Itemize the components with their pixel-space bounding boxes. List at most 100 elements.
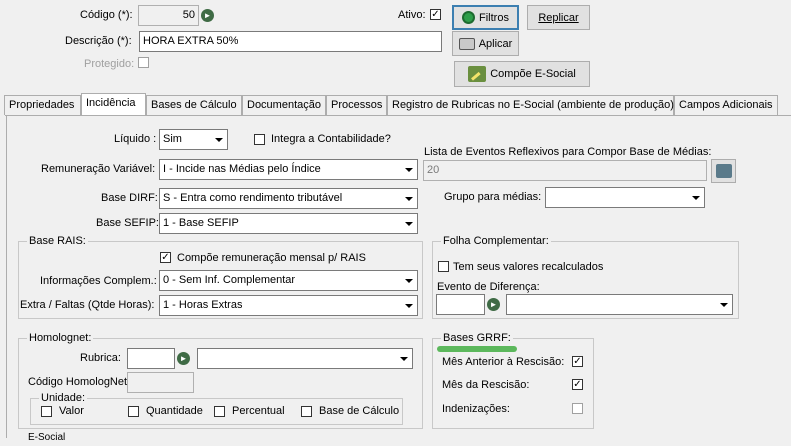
edit-lista-button[interactable]	[711, 159, 736, 183]
filtros-label: Filtros	[479, 11, 509, 24]
aplicar-button[interactable]: Aplicar	[452, 31, 519, 56]
quantidade-label: Quantidade	[146, 405, 203, 417]
tab-processos-label: Processos	[331, 99, 383, 111]
grupo-medias-label: Grupo para médias:	[444, 191, 542, 203]
mes-rescisao-check-mark: ✓	[573, 379, 582, 390]
rem-var-value: I - Incide nas Médias pelo Índice	[163, 163, 321, 175]
chevron-down-icon[interactable]	[401, 189, 417, 208]
tab-campos-adicionais[interactable]: Campos Adicionais	[674, 95, 778, 115]
extra-faltas-label: Extra / Faltas (Qtde Horas):	[20, 299, 155, 311]
mes-rescisao-checkbox[interactable]: ✓	[572, 379, 583, 390]
rubrica-field[interactable]	[127, 348, 175, 369]
descricao-value: HORA EXTRA 50%	[143, 35, 239, 47]
chevron-down-icon[interactable]	[401, 296, 417, 315]
compoe-rais-label: Compõe remuneração mensal p/ RAIS	[177, 252, 366, 264]
ativo-check-mark: ✓	[431, 9, 440, 20]
chevron-down-icon[interactable]	[401, 160, 417, 179]
rem-var-label: Remuneração Variável:	[41, 163, 156, 175]
protegido-label: Protegido:	[84, 58, 135, 70]
rem-var-select[interactable]: I - Incide nas Médias pelo Índice	[159, 159, 418, 180]
tab-incidencia[interactable]: Incidência	[81, 93, 146, 116]
base-rais-title: Base RAIS:	[27, 235, 88, 247]
codigo-field[interactable]: 50	[138, 5, 199, 26]
base-sefip-select[interactable]: 1 - Base SEFIP	[159, 213, 418, 234]
chevron-down-icon[interactable]	[716, 295, 732, 314]
evento-lookup-icon[interactable]: ►	[487, 298, 500, 311]
panel-left-edge	[6, 116, 7, 438]
info-complem-label: Informações Complem.:	[40, 275, 157, 287]
integra-checkbox[interactable]	[254, 134, 265, 145]
mes-rescisao-label: Mês da Rescisão:	[442, 379, 530, 391]
recalc-checkbox[interactable]	[438, 261, 449, 272]
tab-processos[interactable]: Processos	[326, 95, 387, 115]
quantidade-checkbox[interactable]	[128, 406, 139, 417]
tab-documentacao-label: Documentação	[247, 99, 321, 111]
codigo-homolognet-field[interactable]	[127, 372, 194, 393]
codigo-lookup-icon[interactable]: ►	[201, 9, 214, 22]
percentual-checkbox[interactable]	[214, 406, 225, 417]
aplicar-icon	[458, 37, 475, 50]
base-dirf-value: S - Entra como rendimento tributável	[163, 192, 343, 204]
chevron-down-icon[interactable]	[688, 188, 704, 207]
base-calculo-label: Base de Cálculo	[319, 405, 400, 417]
valor-checkbox[interactable]	[41, 406, 52, 417]
base-dirf-select[interactable]: S - Entra como rendimento tributável	[159, 188, 418, 209]
evento-diferenca-select[interactable]	[506, 294, 733, 315]
rubrica-select[interactable]	[197, 348, 413, 369]
indenizacoes-checkbox[interactable]	[572, 403, 583, 414]
mes-anterior-checkbox[interactable]: ✓	[572, 356, 583, 367]
chevron-down-icon[interactable]	[396, 349, 412, 368]
chevron-down-icon[interactable]	[211, 130, 227, 149]
mes-anterior-check-mark: ✓	[573, 356, 582, 367]
base-sefip-value: 1 - Base SEFIP	[163, 217, 239, 229]
evento-diferenca-label: Evento de Diferença:	[437, 281, 540, 293]
info-complem-select[interactable]: 0 - Sem Inf. Complementar	[159, 270, 418, 291]
chevron-down-icon[interactable]	[401, 214, 417, 233]
base-sefip-label: Base SEFIP:	[96, 217, 159, 229]
recalc-label: Tem seus valores recalculados	[453, 261, 604, 273]
ativo-label: Ativo:	[398, 9, 426, 21]
compoe-esocial-button[interactable]: Compõe E-Social	[454, 61, 590, 87]
lista-eventos-label: Lista de Eventos Reflexivos para Compor …	[424, 146, 712, 158]
tab-bases-calculo[interactable]: Bases de Cálculo	[146, 95, 242, 115]
unidade-title: Unidade:	[39, 392, 88, 404]
codigo-label: Código (*):	[80, 9, 133, 21]
filtros-button[interactable]: Filtros	[452, 5, 519, 30]
extra-faltas-select[interactable]: 1 - Horas Extras	[159, 295, 418, 316]
bases-grrf-title: Bases GRRF:	[441, 332, 513, 344]
evento-diferenca-field[interactable]	[436, 294, 485, 315]
esocial-icon	[468, 66, 487, 82]
replicar-label: Replicar	[538, 11, 579, 24]
base-dirf-label: Base DIRF:	[101, 192, 158, 204]
tab-propriedades[interactable]: Propriedades	[4, 95, 81, 115]
ativo-checkbox[interactable]: ✓	[430, 9, 441, 20]
codigo-value: 50	[182, 9, 195, 21]
lista-eventos-field[interactable]: 20	[423, 160, 707, 181]
indenizacoes-label: Indenizações:	[442, 403, 510, 415]
tab-registro-rubricas-label: Registro de Rubricas no E-Social (ambien…	[392, 99, 674, 111]
aplicar-label: Aplicar	[478, 37, 513, 50]
tab-campos-adicionais-label: Campos Adicionais	[679, 99, 773, 111]
descricao-label: Descrição (*):	[65, 35, 132, 47]
compoe-rais-checkbox[interactable]: ✓	[160, 252, 171, 263]
grrf-highlight-stroke	[437, 346, 517, 352]
protegido-checkbox[interactable]	[138, 57, 149, 68]
base-calculo-checkbox[interactable]	[301, 406, 312, 417]
liquido-label: Líquido :	[114, 133, 157, 145]
integra-label: Integra a Contabilidade?	[271, 133, 391, 145]
rubrica-lookup-icon[interactable]: ►	[177, 352, 190, 365]
tab-registro-rubricas[interactable]: Registro de Rubricas no E-Social (ambien…	[387, 95, 674, 115]
tab-incidencia-label: Incidência	[86, 97, 136, 109]
info-complem-value: 0 - Sem Inf. Complementar	[163, 274, 296, 286]
liquido-select[interactable]: Sim	[159, 129, 228, 150]
folha-comp-title: Folha Complementar:	[441, 235, 551, 247]
edit-icon	[715, 164, 732, 178]
tab-documentacao[interactable]: Documentação	[242, 95, 326, 115]
lista-eventos-value: 20	[427, 164, 440, 176]
chevron-down-icon[interactable]	[401, 271, 417, 290]
grupo-medias-select[interactable]	[545, 187, 705, 208]
descricao-field[interactable]: HORA EXTRA 50%	[139, 31, 442, 52]
replicar-button[interactable]: Replicar	[527, 5, 590, 30]
compoe-esocial-label: Compõe E-Social	[490, 68, 576, 80]
tab-bases-calculo-label: Bases de Cálculo	[151, 99, 237, 111]
